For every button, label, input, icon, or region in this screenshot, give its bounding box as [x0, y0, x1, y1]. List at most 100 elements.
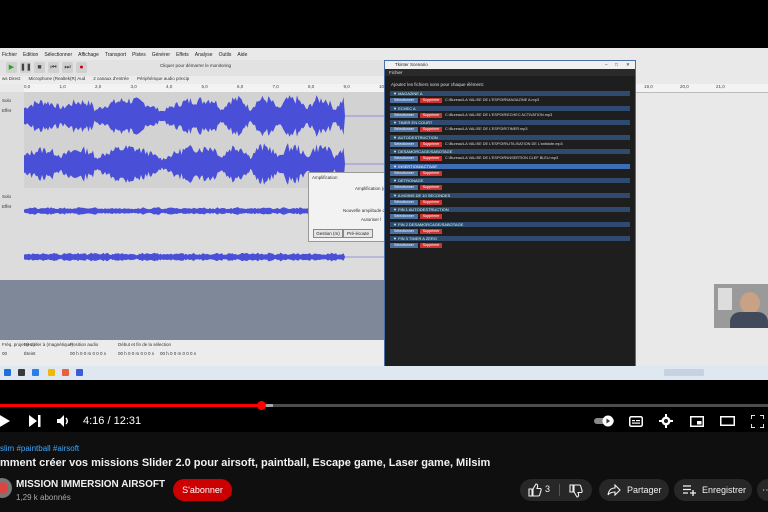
monitoring-hint[interactable]: Cliquer pour démarrer le monitoring — [160, 63, 231, 68]
search-icon[interactable] — [18, 369, 25, 376]
select-file-button[interactable]: Sélectionner — [390, 112, 418, 118]
effect-button[interactable]: Effet — [2, 108, 11, 113]
allow-clipping-checkbox[interactable]: Autoriser l — [361, 217, 381, 222]
audio-track-left[interactable] — [24, 92, 384, 141]
pause-icon[interactable]: ❚❚ — [20, 62, 32, 73]
miniplayer-button[interactable] — [689, 414, 705, 428]
dislike-button[interactable] — [569, 484, 583, 500]
menu-item[interactable]: Fichier — [2, 52, 17, 60]
next-button[interactable] — [27, 413, 43, 429]
section-header[interactable]: ▼ INSERTION/ACTIVAT — [390, 163, 630, 169]
menu-item[interactable]: Transport — [105, 52, 126, 60]
close-icon[interactable]: ✕ — [626, 62, 630, 68]
section-header[interactable]: ▼ FIN 3 TIMER A ZERO — [390, 236, 630, 241]
section-header[interactable]: ▼ DETRONAGE — [390, 178, 630, 183]
start-icon[interactable] — [4, 369, 11, 376]
delete-file-button[interactable]: Supprimer — [420, 199, 442, 205]
section-header[interactable]: ▼ FIN 2 DESAMORCAGE/SABOTAGE — [390, 221, 630, 227]
delete-file-button[interactable]: Supprimer — [420, 170, 442, 176]
select-file-button[interactable]: Sélectionner — [390, 170, 418, 176]
delete-file-button[interactable]: Supprimer — [420, 228, 442, 234]
solo-button[interactable]: Solo — [2, 98, 11, 103]
snap-select[interactable]: Éteint — [24, 351, 36, 356]
menu-item[interactable]: Affichage — [78, 52, 99, 60]
delete-file-button[interactable]: Supprimer — [420, 185, 442, 190]
timeline-ruler-right[interactable]: 19,0 20,0 21,0 — [634, 84, 768, 93]
maximize-icon[interactable]: □ — [615, 62, 618, 67]
like-button[interactable] — [528, 483, 542, 499]
menu-item[interactable]: Effets — [176, 52, 189, 60]
hashtags[interactable]: slim #paintball #airsoft — [0, 444, 79, 453]
delete-file-button[interactable]: Supprimer — [420, 141, 442, 147]
record-icon[interactable]: ● — [76, 62, 87, 73]
system-tray[interactable] — [664, 369, 704, 376]
menu-item[interactable]: Sélectionner — [44, 52, 72, 60]
skip-end-icon[interactable]: ⏭ — [62, 62, 73, 73]
select-file-button[interactable]: Sélectionner — [390, 185, 418, 190]
delete-file-button[interactable]: Supprimer — [420, 156, 442, 161]
taskview-icon[interactable] — [32, 369, 39, 376]
select-file-button[interactable]: Sélectionner — [390, 127, 418, 132]
delete-file-button[interactable]: Supprimer — [420, 98, 442, 103]
menu-item[interactable]: Edition — [23, 52, 38, 60]
select-file-button[interactable]: Sélectionner — [390, 199, 418, 205]
delete-file-button[interactable]: Supprimer — [420, 243, 442, 248]
section-header[interactable]: ▼ DESAMORCAGE/SABOTAGE — [390, 149, 630, 154]
section-header[interactable]: ▼ FIN 1 AUTODESTRUCTION — [390, 207, 630, 212]
explorer-icon[interactable] — [48, 369, 55, 376]
minimize-icon[interactable]: – — [605, 62, 608, 67]
section-header[interactable]: ▼ ECHEC A — [390, 105, 630, 111]
input-channels-select[interactable]: 2 canaux d'entrée — [93, 76, 129, 84]
delete-file-button[interactable]: Supprimer — [420, 214, 442, 219]
window-titlebar[interactable]: Tkinter Scenario – □ ✕ — [385, 61, 635, 69]
save-button[interactable]: Enregistrer — [674, 479, 752, 501]
audacity-icon[interactable] — [76, 369, 83, 376]
delete-file-button[interactable]: Supprimer — [420, 127, 442, 132]
section-header[interactable]: ▼ MAGAZINE A — [390, 91, 630, 96]
play-icon[interactable]: ▶ — [6, 62, 17, 73]
video-frame[interactable]: Fichier Edition Sélectionner Affichage Trans… — [0, 0, 768, 432]
volume-button[interactable] — [56, 413, 72, 429]
autoplay-toggle[interactable] — [594, 415, 616, 427]
solo-button[interactable]: Solo — [2, 194, 11, 199]
audio-host-select[interactable]: ws Direct — [2, 76, 21, 84]
section-header[interactable]: ▼ A MOINS DE 10 SECONDES — [390, 192, 630, 198]
firefox-icon[interactable] — [62, 369, 69, 376]
selection-start[interactable]: 00 h 0 0 m 0 0 0 s — [118, 351, 154, 356]
manage-button[interactable]: Gestion (m) — [313, 229, 343, 238]
subscribe-button[interactable]: S'abonner — [173, 479, 232, 501]
settings-button[interactable] — [658, 413, 674, 429]
select-file-button[interactable]: Sélectionner — [390, 98, 418, 103]
select-file-button[interactable]: Sélectionner — [390, 156, 418, 161]
share-button[interactable]: Partager — [599, 479, 669, 501]
menu-item[interactable]: Générer — [152, 52, 170, 60]
input-device-select[interactable]: Microphone (Realtek(R) Aud — [29, 76, 86, 84]
fullscreen-button[interactable] — [749, 413, 765, 429]
effect-button[interactable]: Effet — [2, 204, 11, 209]
empty-track-area[interactable] — [0, 280, 384, 340]
subtitles-button[interactable] — [628, 414, 644, 428]
play-button[interactable] — [0, 413, 12, 429]
menu-item[interactable]: Pistes — [132, 52, 146, 60]
menu-item[interactable]: Aide — [237, 52, 247, 60]
track-header-1[interactable]: Solo Effet — [0, 92, 25, 188]
select-file-button[interactable]: Sélectionner — [390, 141, 418, 147]
skip-start-icon[interactable]: ⏮ — [48, 62, 59, 73]
stop-icon[interactable]: ■ — [34, 62, 45, 73]
select-file-button[interactable]: Sélectionner — [390, 214, 418, 219]
section-header[interactable]: ▼ AUTODESTRUCTION — [390, 134, 630, 140]
selection-end[interactable]: 00 h 0 0 m 0 0 0 s — [160, 351, 196, 356]
theater-mode-button[interactable] — [719, 414, 735, 428]
channel-name[interactable]: MISSION IMMERSION AIRSOFT — [16, 479, 165, 490]
output-device-select[interactable]: Périphérique audio princip — [137, 76, 189, 84]
menu-file[interactable]: Fichier — [389, 70, 403, 75]
select-file-button[interactable]: Sélectionner — [390, 228, 418, 234]
track-header-2[interactable]: Solo Effet — [0, 188, 25, 280]
select-file-button[interactable]: Sélectionner — [390, 243, 418, 248]
preview-button[interactable]: Pré-écoute — [343, 229, 373, 238]
menu-item[interactable]: Analyse — [195, 52, 213, 60]
position-value[interactable]: 00 h 0 0 m 0 0 0 s — [70, 351, 106, 356]
menu-item[interactable]: Outils — [219, 52, 232, 60]
rate-value[interactable]: 00 — [2, 351, 7, 356]
delete-file-button[interactable]: Supprimer — [420, 112, 442, 118]
